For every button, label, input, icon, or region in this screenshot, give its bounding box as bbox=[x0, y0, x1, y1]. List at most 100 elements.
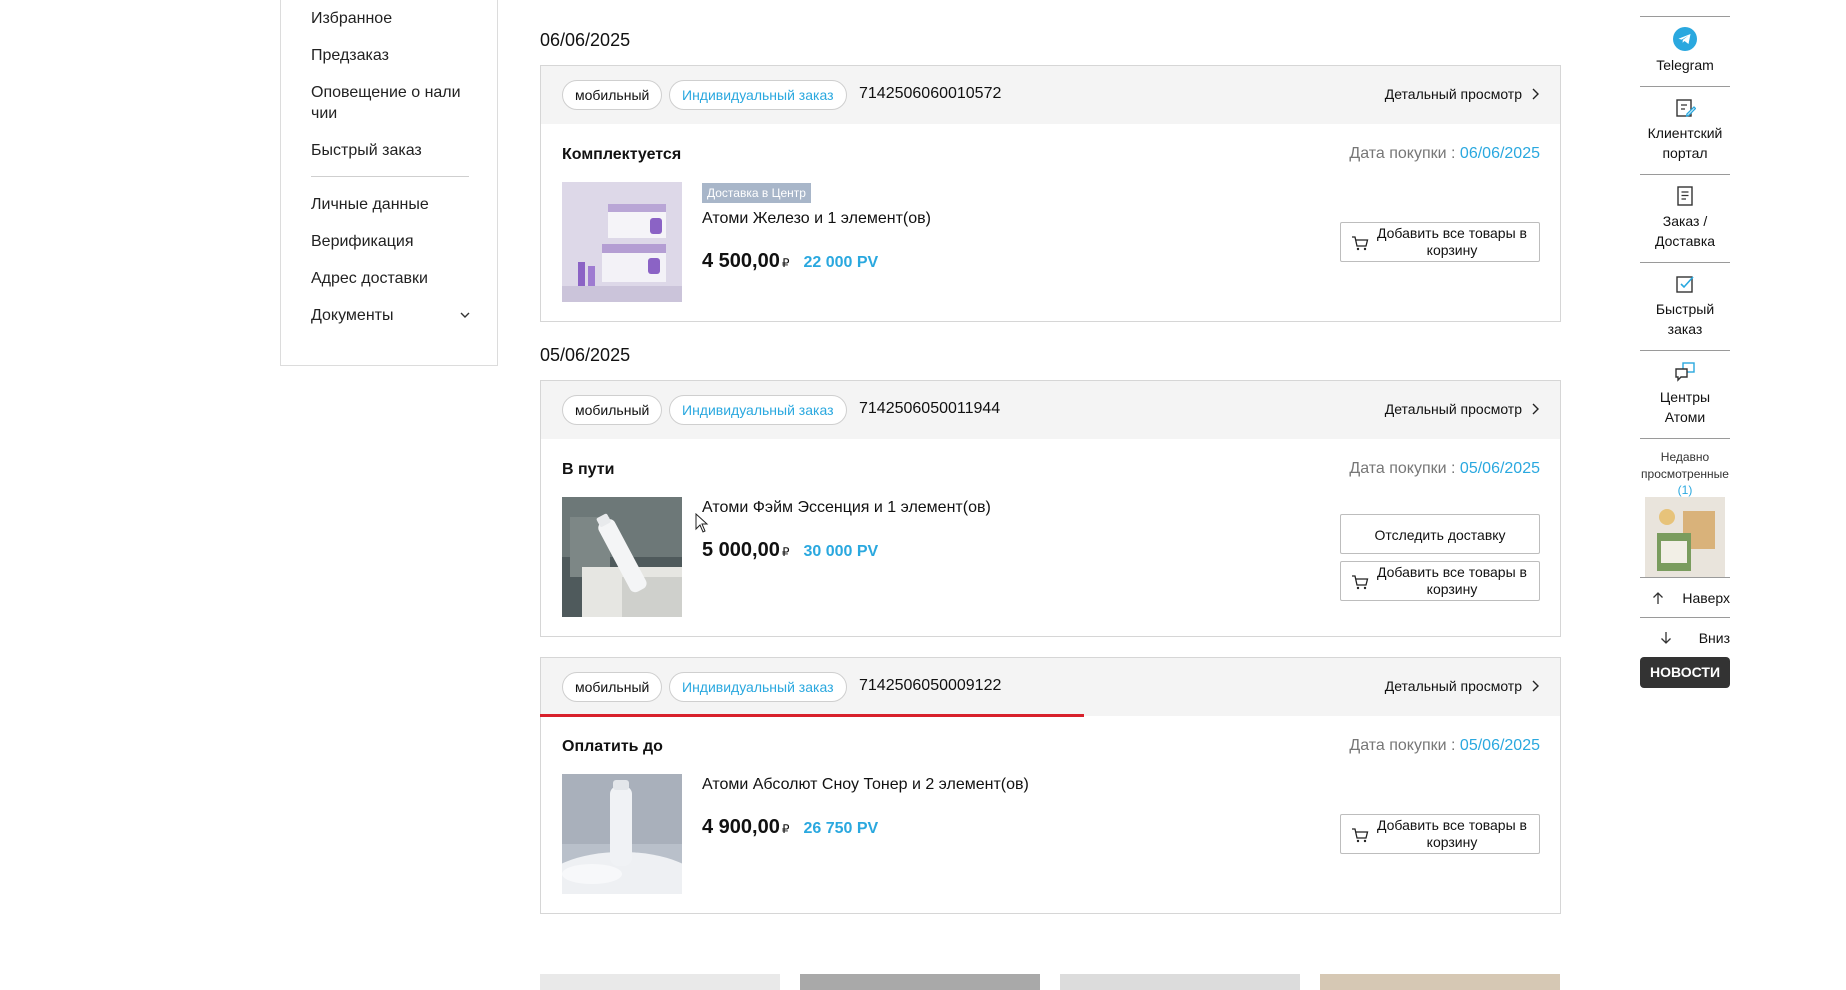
purchase-date: Дата покупки : 05/06/2025 bbox=[1349, 460, 1540, 478]
price-value: 4 900,00 bbox=[702, 816, 780, 838]
order-number: 7142506050009122 bbox=[859, 677, 1002, 694]
recommendation-thumbnail[interactable] bbox=[800, 974, 1040, 990]
arrow-up-icon bbox=[1653, 591, 1664, 604]
quickbar-client-portal-label: Клиентский портал bbox=[1647, 125, 1723, 161]
recently-viewed-title: Недавно просмотренные bbox=[1641, 450, 1729, 481]
currency-sign: ₽ bbox=[781, 545, 790, 559]
sidebar-item-personal-data[interactable]: Личные данные bbox=[311, 194, 471, 215]
product-price: 5 000,00 ₽30 000 PV bbox=[702, 539, 878, 562]
account-sidebar: Избранное Предзаказ Оповещение о нали чи… bbox=[280, 0, 498, 366]
product-name[interactable]: Атоми Абсолют Сноу Тонер и 2 элемент(ов) bbox=[702, 776, 1029, 794]
order-header: мобильный Индивидуальный заказ 714250605… bbox=[541, 381, 1560, 439]
chat-icon bbox=[1675, 362, 1695, 382]
pv-value: 30 000 PV bbox=[803, 543, 879, 560]
detail-view-link[interactable]: Детальный просмотр bbox=[1385, 401, 1540, 417]
edit-icon bbox=[1676, 99, 1696, 117]
product-thumbnail[interactable] bbox=[562, 774, 682, 894]
order-type-tag: Индивидуальный заказ bbox=[669, 672, 847, 702]
sidebar-item-delivery-address[interactable]: Адрес доставки bbox=[311, 268, 471, 289]
quickbar-centers[interactable]: Центры Атоми bbox=[1640, 350, 1730, 438]
order-card: мобильный Индивидуальный заказ 714250606… bbox=[540, 65, 1561, 322]
product-image-essence bbox=[562, 497, 682, 617]
chevron-down-icon bbox=[460, 312, 470, 318]
order-number: 7142506050011944 bbox=[859, 400, 1001, 417]
product-name[interactable]: Атоми Железо и 1 элемент(ов) bbox=[702, 210, 931, 228]
purchase-date: Дата покупки : 05/06/2025 bbox=[1349, 737, 1540, 755]
pv-value: 22 000 PV bbox=[803, 254, 879, 271]
product-name[interactable]: Атоми Фэйм Эссенция и 1 элемент(ов) bbox=[702, 499, 991, 517]
order-date-heading: 05/06/2025 bbox=[540, 345, 631, 365]
order-status: В пути bbox=[562, 461, 615, 478]
add-all-to-cart-button[interactable]: Добавить все товары в корзину bbox=[1340, 561, 1540, 601]
sidebar-item-verification[interactable]: Верификация bbox=[311, 231, 471, 252]
quickbar-order-delivery-label: Заказ / Доставка bbox=[1654, 213, 1716, 249]
quickbar-recently-viewed[interactable]: Недавно просмотренные (1) bbox=[1640, 438, 1730, 577]
chevron-right-icon bbox=[1532, 680, 1539, 692]
quickbar-order-delivery[interactable]: Заказ / Доставка bbox=[1640, 174, 1730, 262]
order-date-heading: 06/06/2025 bbox=[540, 30, 631, 50]
track-delivery-button[interactable]: Отследить доставку bbox=[1340, 514, 1540, 554]
sidebar-item-quick-order[interactable]: Быстрый заказ bbox=[311, 140, 471, 161]
channel-tag: мобильный bbox=[562, 80, 663, 110]
quickbar-quick-order[interactable]: Быстрый заказ bbox=[1640, 262, 1730, 350]
document-icon bbox=[1677, 186, 1693, 206]
add-all-to-cart-button[interactable]: Добавить все товары в корзину bbox=[1340, 814, 1540, 854]
delivery-badge: Доставка в Центр bbox=[702, 183, 811, 203]
channel-tag: мобильный bbox=[562, 395, 663, 425]
currency-sign: ₽ bbox=[781, 822, 790, 836]
detail-view-label: Детальный просмотр bbox=[1384, 678, 1522, 694]
detail-view-label: Детальный просмотр bbox=[1384, 86, 1522, 102]
order-type-tag: Индивидуальный заказ bbox=[669, 395, 847, 425]
recommendation-thumbnail[interactable] bbox=[1060, 974, 1300, 990]
add-all-to-cart-label: Добавить все товары в корзину bbox=[1376, 564, 1527, 597]
purchase-date-value: 05/06/2025 bbox=[1459, 737, 1540, 754]
purchase-date: Дата покупки : 06/06/2025 bbox=[1349, 145, 1540, 163]
quickbar-telegram[interactable]: Telegram bbox=[1640, 16, 1730, 86]
quickbar-centers-label: Центры Атоми bbox=[1659, 389, 1711, 425]
cart-icon bbox=[1352, 828, 1369, 843]
order-header: мобильный Индивидуальный заказ 714250605… bbox=[541, 658, 1560, 716]
channel-tag: мобильный bbox=[562, 672, 663, 702]
quick-sidebar: Telegram Клиентский портал Заказ / Доста… bbox=[1640, 16, 1730, 688]
recommendation-thumbnail[interactable] bbox=[1320, 974, 1560, 990]
product-price: 4 500,00 ₽22 000 PV bbox=[702, 250, 878, 273]
sidebar-item-documents[interactable]: Документы bbox=[311, 305, 471, 326]
product-image-iron bbox=[562, 182, 682, 302]
chevron-right-icon bbox=[1532, 403, 1539, 415]
recommendation-thumbnail[interactable] bbox=[540, 974, 780, 990]
order-card: мобильный Индивидуальный заказ 714250605… bbox=[540, 380, 1561, 637]
detail-view-link[interactable]: Детальный просмотр bbox=[1385, 678, 1540, 694]
order-card: мобильный Индивидуальный заказ 714250605… bbox=[540, 657, 1561, 914]
quickbar-client-portal[interactable]: Клиентский портал bbox=[1640, 86, 1730, 174]
sidebar-item-stock-notice[interactable]: Оповещение о нали чии bbox=[311, 82, 471, 124]
news-button[interactable]: НОВОСТИ bbox=[1640, 657, 1730, 688]
mouse-cursor-icon bbox=[695, 513, 709, 533]
purchase-date-label: Дата покупки : bbox=[1349, 145, 1460, 162]
order-number: 7142506060010572 bbox=[859, 85, 1002, 102]
price-value: 5 000,00 bbox=[702, 539, 780, 561]
sidebar-item-favorites[interactable]: Избранное bbox=[311, 8, 471, 29]
recently-viewed-thumbnail[interactable] bbox=[1645, 497, 1725, 577]
telegram-icon bbox=[1673, 27, 1697, 51]
chevron-right-icon bbox=[1532, 88, 1539, 100]
currency-sign: ₽ bbox=[781, 256, 790, 270]
add-all-to-cart-button[interactable]: Добавить все товары в корзину bbox=[1340, 222, 1540, 262]
sidebar-item-documents-label: Документы bbox=[311, 307, 394, 324]
scroll-to-bottom-label: Вниз bbox=[1698, 629, 1730, 646]
order-type-tag: Индивидуальный заказ bbox=[669, 80, 847, 110]
product-thumbnail[interactable] bbox=[562, 182, 682, 302]
product-price: 4 900,00 ₽26 750 PV bbox=[702, 816, 878, 839]
detail-view-link[interactable]: Детальный просмотр bbox=[1385, 86, 1540, 102]
purchase-date-label: Дата покупки : bbox=[1349, 460, 1460, 477]
scroll-to-top-button[interactable]: Наверх bbox=[1640, 577, 1730, 617]
order-header: мобильный Индивидуальный заказ 714250606… bbox=[541, 66, 1560, 124]
cart-icon bbox=[1352, 575, 1369, 590]
price-value: 4 500,00 bbox=[702, 250, 780, 272]
sidebar-item-preorder[interactable]: Предзаказ bbox=[311, 45, 471, 66]
scroll-to-top-label: Наверх bbox=[1682, 589, 1730, 606]
scroll-to-bottom-button[interactable]: Вниз bbox=[1640, 617, 1730, 657]
product-image-toner bbox=[562, 774, 682, 894]
product-thumbnail[interactable] bbox=[562, 497, 682, 617]
order-status: Комплектуется bbox=[562, 146, 682, 163]
cart-icon bbox=[1352, 236, 1369, 251]
